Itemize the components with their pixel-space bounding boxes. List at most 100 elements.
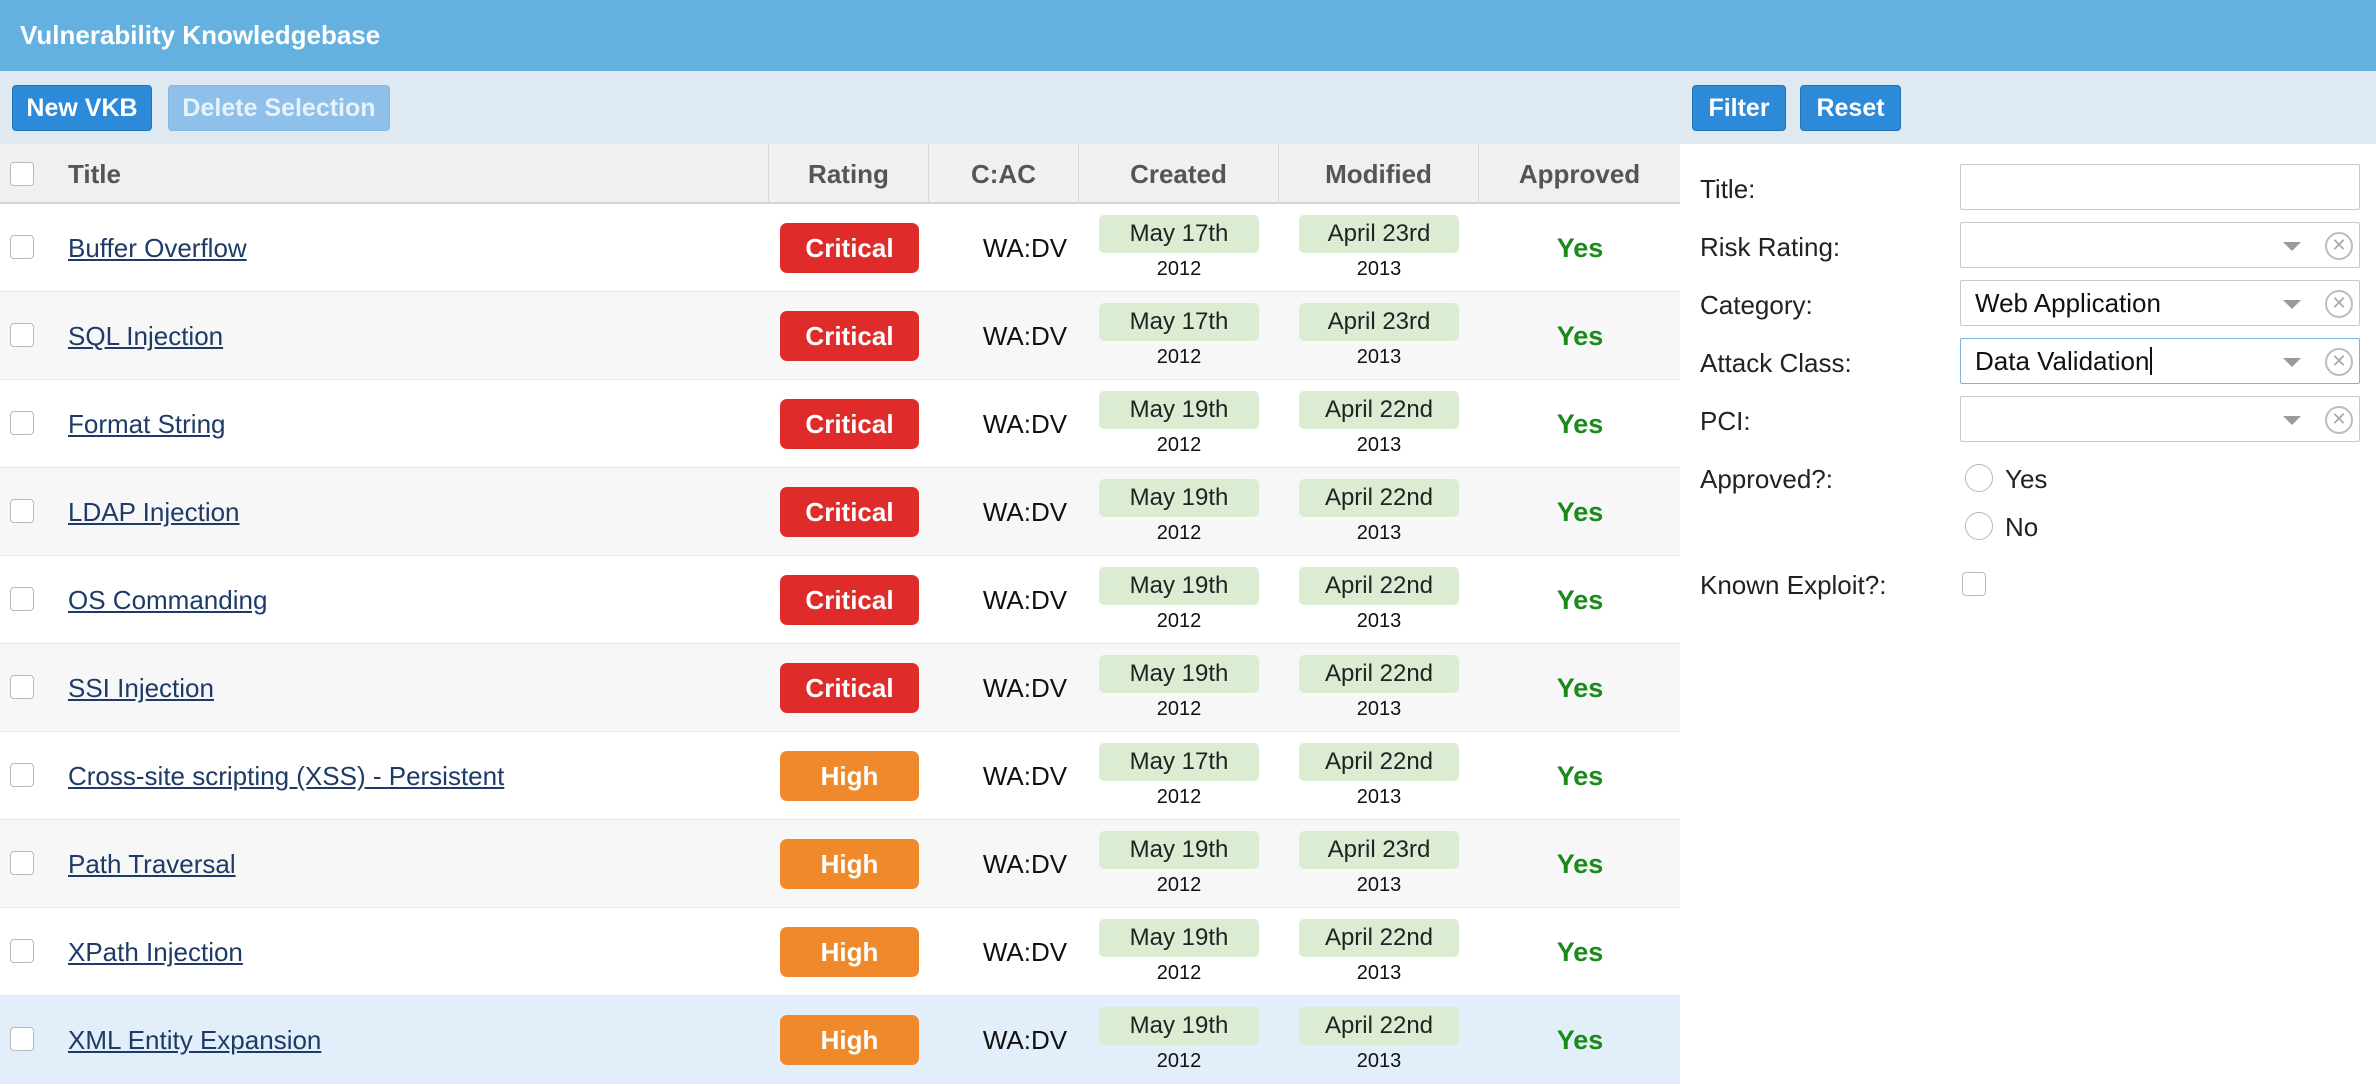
app-title: Vulnerability Knowledgebase [0,0,2376,71]
filter-title-input[interactable] [1960,164,2360,210]
select-all-checkbox[interactable] [10,162,34,186]
row-cac: WA:DV [982,321,1068,351]
table-row[interactable]: XML Entity Expansion High WA:DV May 19th 201… [0,996,1680,1084]
row-title-link[interactable]: Cross-site scripting (XSS) - Persistent [68,761,504,792]
row-checkbox[interactable] [10,323,34,347]
header-rating[interactable]: Rating [768,144,928,204]
delete-selection-button[interactable]: Delete Selection [168,85,390,131]
filter-category-select[interactable]: Web Application ✕ [1960,280,2360,326]
modified-month-day: April 23rd [1299,303,1459,341]
created-date: May 17th 2012 [1099,743,1259,809]
header-cac[interactable]: C:AC [928,144,1078,204]
row-title-link[interactable]: XML Entity Expansion [68,1025,321,1056]
header-approved[interactable]: Approved [1478,144,1680,204]
row-checkbox[interactable] [10,235,34,259]
row-checkbox[interactable] [10,675,34,699]
chevron-down-icon[interactable] [2283,358,2301,367]
row-checkbox[interactable] [10,411,34,435]
row-title-link[interactable]: Buffer Overflow [68,233,247,264]
new-vkb-button[interactable]: New VKB [12,85,152,131]
modified-year: 2013 [1356,346,1402,368]
created-date: May 19th 2012 [1099,655,1259,721]
table-row[interactable]: OS Commanding Critical WA:DV May 19th 2012 Ap… [0,556,1680,644]
approved-no-label[interactable]: No [2005,512,2038,543]
modified-year: 2013 [1356,874,1402,896]
clear-icon[interactable]: ✕ [2325,290,2353,318]
table-row[interactable]: SSI Injection Critical WA:DV May 19th 2012 Ap… [0,644,1680,732]
table-row[interactable]: Cross-site scripting (XSS) - Persistent H… [0,732,1680,820]
modified-month-day: April 22nd [1299,391,1459,429]
approved-status: Yes [1556,1025,1604,1055]
created-date: May 19th 2012 [1099,479,1259,545]
created-year: 2012 [1156,258,1202,280]
row-cac: WA:DV [982,233,1068,263]
row-title-link[interactable]: SSI Injection [68,673,214,704]
approved-status: Yes [1556,761,1604,791]
approved-no-radio[interactable] [1965,512,1993,540]
modified-month-day: April 22nd [1299,479,1459,517]
approved-status: Yes [1556,409,1604,439]
header-title[interactable]: Title [68,144,768,204]
clear-icon[interactable]: ✕ [2325,348,2353,376]
row-title-link[interactable]: OS Commanding [68,585,267,616]
approved-status: Yes [1556,233,1604,263]
modified-year: 2013 [1356,258,1402,280]
filter-risk-select[interactable]: ✕ [1960,222,2360,268]
chevron-down-icon[interactable] [2283,242,2301,251]
row-checkbox[interactable] [10,587,34,611]
table-row[interactable]: SQL Injection Critical WA:DV May 17th 2012 Ap… [0,292,1680,380]
rating-badge: Critical [780,311,919,361]
created-month-day: May 19th [1099,919,1259,957]
rating-badge: High [780,927,919,977]
row-title-link[interactable]: XPath Injection [68,937,243,968]
row-checkbox[interactable] [10,851,34,875]
table-row[interactable]: Format String Critical WA:DV May 19th 2012 Ap… [0,380,1680,468]
modified-year: 2013 [1356,786,1402,808]
created-date: May 17th 2012 [1099,303,1259,369]
approved-yes-radio[interactable] [1965,464,1993,492]
created-year: 2012 [1156,962,1202,984]
filter-attack-label: Attack Class: [1700,348,1852,378]
chevron-down-icon[interactable] [2283,416,2301,425]
table-row[interactable]: Buffer Overflow Critical WA:DV May 17th 2012… [0,204,1680,292]
created-year: 2012 [1156,610,1202,632]
row-title-link[interactable]: Format String [68,409,226,440]
table-row[interactable]: Path Traversal High WA:DV May 19th 2012 April… [0,820,1680,908]
filter-button[interactable]: Filter [1692,85,1786,131]
row-checkbox[interactable] [10,763,34,787]
filter-pci-select[interactable]: ✕ [1960,396,2360,442]
row-checkbox[interactable] [10,499,34,523]
approved-status: Yes [1556,497,1604,527]
approved-yes-label[interactable]: Yes [2005,464,2047,495]
header-created[interactable]: Created [1078,144,1278,204]
row-cac: WA:DV [982,497,1068,527]
created-year: 2012 [1156,786,1202,808]
filter-attack-select[interactable]: Data Validation ✕ [1960,338,2360,384]
clear-icon[interactable]: ✕ [2325,232,2353,260]
modified-date: April 22nd 2013 [1299,391,1459,457]
modified-date: April 22nd 2013 [1299,567,1459,633]
rating-badge: High [780,839,919,889]
reset-button[interactable]: Reset [1800,85,1901,131]
modified-year: 2013 [1356,522,1402,544]
rating-badge: Critical [780,663,919,713]
created-month-day: May 17th [1099,215,1259,253]
approved-status: Yes [1556,673,1604,703]
known-exploit-checkbox[interactable] [1962,572,1986,596]
table-row[interactable]: XPath Injection High WA:DV May 19th 2012 Apri… [0,908,1680,996]
row-title-link[interactable]: SQL Injection [68,321,223,352]
row-checkbox[interactable] [10,1027,34,1051]
chevron-down-icon[interactable] [2283,300,2301,309]
row-checkbox[interactable] [10,939,34,963]
created-month-day: May 19th [1099,479,1259,517]
row-title-link[interactable]: LDAP Injection [68,497,240,528]
created-month-day: May 17th [1099,743,1259,781]
clear-icon[interactable]: ✕ [2325,406,2353,434]
row-cac: WA:DV [982,1025,1068,1055]
modified-date: April 22nd 2013 [1299,655,1459,721]
header-modified[interactable]: Modified [1278,144,1478,204]
approved-status: Yes [1556,849,1604,879]
table-row[interactable]: LDAP Injection Critical WA:DV May 19th 2012 A… [0,468,1680,556]
modified-date: April 22nd 2013 [1299,743,1459,809]
row-title-link[interactable]: Path Traversal [68,849,236,880]
